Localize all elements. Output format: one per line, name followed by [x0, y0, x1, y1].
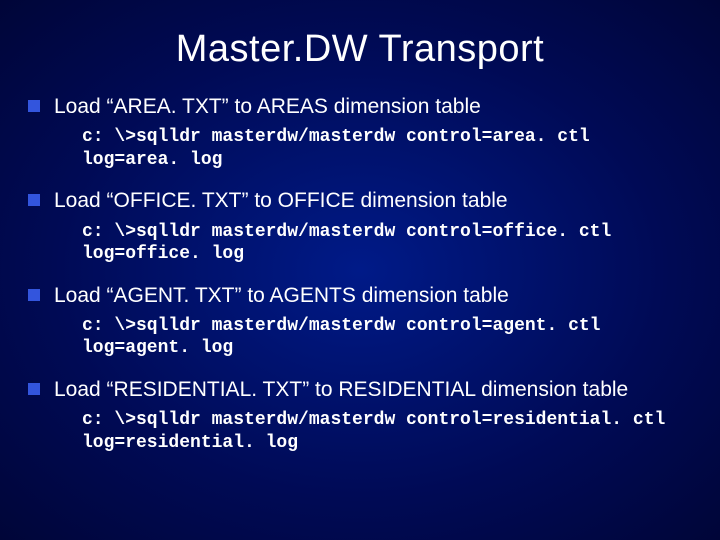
- bullet-text: Load “AREA. TXT” to AREAS dimension tabl…: [54, 93, 481, 120]
- bullet-point: Load “RESIDENTIAL. TXT” to RESIDENTIAL d…: [28, 376, 692, 403]
- bullet-text: Load “OFFICE. TXT” to OFFICE dimension t…: [54, 187, 508, 214]
- list-item: Load “OFFICE. TXT” to OFFICE dimension t…: [28, 187, 692, 265]
- command-text: c: \>sqlldr masterdw/masterdw control=re…: [82, 409, 692, 454]
- square-bullet-icon: [28, 194, 40, 206]
- bullet-text: Load “RESIDENTIAL. TXT” to RESIDENTIAL d…: [54, 376, 628, 403]
- bullet-point: Load “AREA. TXT” to AREAS dimension tabl…: [28, 93, 692, 120]
- list-item: Load “AGENT. TXT” to AGENTS dimension ta…: [28, 282, 692, 360]
- command-text: c: \>sqlldr masterdw/masterdw control=ag…: [82, 315, 692, 360]
- bullet-point: Load “AGENT. TXT” to AGENTS dimension ta…: [28, 282, 692, 309]
- command-text: c: \>sqlldr masterdw/masterdw control=ar…: [82, 126, 692, 171]
- slide-title: Master.DW Transport: [28, 28, 692, 71]
- list-item: Load “RESIDENTIAL. TXT” to RESIDENTIAL d…: [28, 376, 692, 454]
- bullet-point: Load “OFFICE. TXT” to OFFICE dimension t…: [28, 187, 692, 214]
- command-text: c: \>sqlldr masterdw/masterdw control=of…: [82, 221, 692, 266]
- slide: Master.DW Transport Load “AREA. TXT” to …: [0, 0, 720, 540]
- square-bullet-icon: [28, 383, 40, 395]
- list-item: Load “AREA. TXT” to AREAS dimension tabl…: [28, 93, 692, 171]
- square-bullet-icon: [28, 289, 40, 301]
- square-bullet-icon: [28, 100, 40, 112]
- bullet-text: Load “AGENT. TXT” to AGENTS dimension ta…: [54, 282, 509, 309]
